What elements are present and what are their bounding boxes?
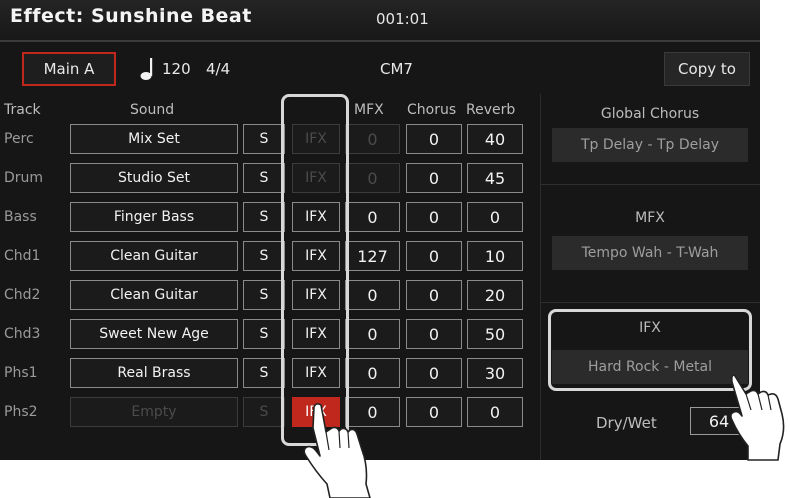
reverb-send-value[interactable]: 45: [467, 163, 523, 193]
song-position: 001:01: [376, 10, 429, 28]
column-header-track: Track: [4, 102, 41, 118]
reverb-send-value[interactable]: 0: [467, 397, 523, 427]
sound-button[interactable]: Empty: [70, 397, 238, 427]
chord-readout: CM7: [380, 60, 413, 78]
panel-divider: [540, 184, 760, 185]
sound-button[interactable]: Clean Guitar: [70, 280, 238, 310]
global-chorus-title: Global Chorus: [600, 106, 700, 122]
track-label: Drum: [4, 170, 44, 186]
reverb-send-value[interactable]: 20: [467, 280, 523, 310]
track-label: Perc: [4, 131, 34, 147]
page-title: Effect: Sunshine Beat: [10, 5, 252, 27]
mfx-title: MFX: [635, 210, 665, 226]
mfx-value[interactable]: Tempo Wah - T-Wah: [552, 236, 748, 270]
mfx-send-value[interactable]: 0: [345, 280, 400, 310]
time-signature: 4/4: [206, 60, 231, 78]
chorus-send-value[interactable]: 0: [406, 280, 462, 310]
chorus-send-value[interactable]: 0: [406, 241, 462, 271]
effect-screen: Effect: Sunshine Beat 001:01 Main A 120 …: [0, 0, 760, 460]
sound-button[interactable]: Clean Guitar: [70, 241, 238, 271]
solo-button[interactable]: S: [243, 163, 285, 193]
solo-button[interactable]: S: [243, 280, 285, 310]
drywet-label: Dry/Wet: [596, 414, 657, 432]
chorus-send-value[interactable]: 0: [406, 397, 462, 427]
ifx-column-highlight: [281, 94, 349, 446]
copy-to-button[interactable]: Copy to: [664, 52, 750, 86]
sound-button[interactable]: Studio Set: [70, 163, 238, 193]
mfx-send-value[interactable]: 0: [345, 202, 400, 232]
mfx-send-value[interactable]: 0: [345, 124, 400, 154]
track-label: Chd1: [4, 248, 41, 264]
track-label: Phs2: [4, 404, 38, 420]
solo-button[interactable]: S: [243, 202, 285, 232]
sound-button[interactable]: Sweet New Age: [70, 319, 238, 349]
mfx-send-value[interactable]: 127: [345, 241, 400, 271]
panel-divider: [540, 302, 760, 303]
column-header-sound: Sound: [130, 102, 175, 118]
info-bar: Main A 120 4/4 CM7 Copy to: [0, 42, 760, 92]
reverb-send-value[interactable]: 10: [467, 241, 523, 271]
title-bar: Effect: Sunshine Beat 001:01: [0, 0, 760, 42]
sound-button[interactable]: Real Brass: [70, 358, 238, 388]
column-header-mfx: MFX: [354, 102, 384, 118]
solo-button[interactable]: S: [243, 241, 285, 271]
reverb-send-value[interactable]: 0: [467, 202, 523, 232]
sound-button[interactable]: Mix Set: [70, 124, 238, 154]
pointing-hand-icon: [730, 374, 785, 461]
tempo-value: 120: [162, 60, 191, 78]
mfx-send-value[interactable]: 0: [345, 163, 400, 193]
track-label: Chd2: [4, 287, 41, 303]
chorus-send-value[interactable]: 0: [406, 358, 462, 388]
quarter-note-icon: [140, 58, 153, 80]
chorus-send-value[interactable]: 0: [406, 124, 462, 154]
solo-button[interactable]: S: [243, 397, 285, 427]
track-label: Chd3: [4, 326, 41, 342]
track-label: Phs1: [4, 365, 38, 381]
column-header-reverb: Reverb: [466, 102, 516, 118]
reverb-send-value[interactable]: 50: [467, 319, 523, 349]
solo-button[interactable]: S: [243, 319, 285, 349]
chorus-send-value[interactable]: 0: [406, 202, 462, 232]
pointing-hand-icon: [303, 403, 371, 498]
solo-button[interactable]: S: [243, 358, 285, 388]
track-label: Bass: [4, 209, 37, 225]
mfx-send-value[interactable]: 0: [345, 319, 400, 349]
reverb-send-value[interactable]: 30: [467, 358, 523, 388]
sound-button[interactable]: Finger Bass: [70, 202, 238, 232]
section-button[interactable]: Main A: [22, 52, 116, 86]
global-chorus-value[interactable]: Tp Delay - Tp Delay: [552, 128, 748, 162]
chorus-send-value[interactable]: 0: [406, 163, 462, 193]
column-header-chorus: Chorus: [407, 102, 457, 118]
chorus-send-value[interactable]: 0: [406, 319, 462, 349]
solo-button[interactable]: S: [243, 124, 285, 154]
reverb-send-value[interactable]: 40: [467, 124, 523, 154]
mfx-send-value[interactable]: 0: [345, 358, 400, 388]
